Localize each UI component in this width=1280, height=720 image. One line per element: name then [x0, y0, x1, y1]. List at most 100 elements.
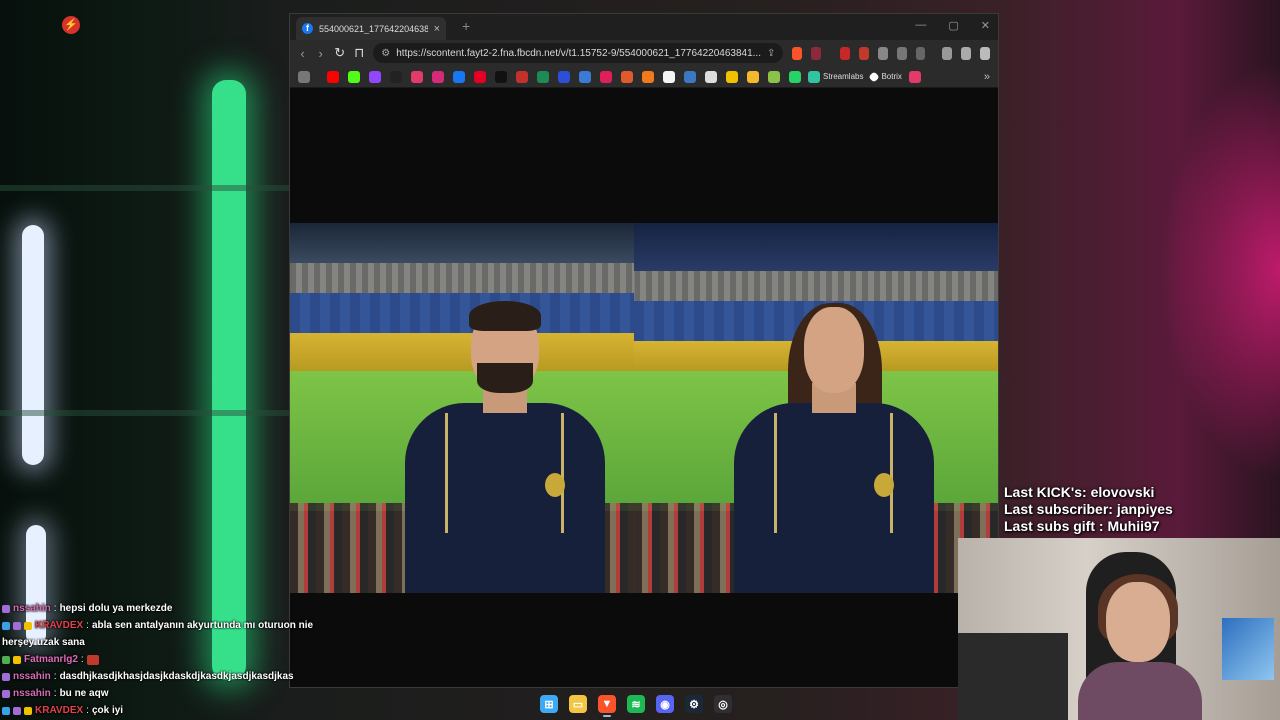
hb-icon[interactable]	[642, 70, 654, 83]
chat-username[interactable]: nssahin	[13, 685, 51, 702]
yellow-icon[interactable]	[726, 70, 738, 83]
news-icon[interactable]	[705, 70, 717, 83]
brave-rewards-icon[interactable]	[811, 46, 822, 60]
tiktok-icon[interactable]	[495, 70, 507, 83]
chat-username[interactable]: nssahin	[13, 668, 51, 685]
white-neon-light	[22, 225, 44, 465]
club-crest-icon	[874, 473, 894, 497]
chat-separator: :	[53, 603, 57, 614]
x-icon[interactable]	[390, 70, 402, 83]
reload-button[interactable]: ↻	[334, 45, 345, 61]
woman-figure	[734, 293, 934, 593]
chart-icon[interactable]	[684, 70, 696, 83]
chat-message: herşey uzak sana	[2, 634, 332, 651]
discord-icon[interactable]: ◉	[656, 695, 674, 713]
green-chain-icon[interactable]	[537, 70, 549, 83]
music-icon[interactable]	[942, 46, 953, 60]
extension-icon[interactable]	[877, 46, 888, 60]
steam-icon[interactable]: ⚙	[685, 695, 703, 713]
last-subscriber-text: Last subscriber: janpiyes	[1004, 501, 1173, 517]
chat-badge-icon	[2, 689, 10, 698]
chat-username[interactable]: KRAVDEX	[35, 617, 83, 634]
shelf	[0, 410, 290, 416]
file-explorer-icon[interactable]: ▭	[569, 695, 587, 713]
leo-ai-icon[interactable]	[961, 46, 972, 60]
chat-badge-icon	[24, 621, 32, 630]
spotify-icon[interactable]: ≋	[627, 695, 645, 713]
red-square-icon[interactable]	[516, 70, 528, 83]
more-bookmarks-button[interactable]: »	[984, 71, 990, 83]
browser-window: f 554000621_1776422046384142 × + — ▢ ✕ ‹…	[289, 13, 999, 688]
chat-message: nssahin: bu ne aqw	[2, 685, 332, 702]
brave-browser-icon[interactable]: ▼	[598, 695, 616, 717]
tab-strip: f 554000621_1776422046384142 × + — ▢ ✕	[290, 14, 998, 40]
chat-badge-icon	[2, 672, 10, 681]
chat-badge-icon	[24, 706, 32, 715]
address-bar[interactable]: ⚙ https://scontent.fayt2-2.fna.fbcdn.net…	[373, 43, 784, 63]
maximize-button[interactable]: ▢	[948, 19, 958, 32]
streamer-face	[1106, 582, 1170, 662]
streamlabs-icon	[808, 70, 820, 83]
lime-icon[interactable]	[768, 70, 780, 83]
puzzle-icon[interactable]	[896, 46, 907, 60]
green-neon-light	[212, 80, 246, 680]
close-window-button[interactable]: ✕	[981, 19, 990, 32]
tab-close-icon[interactable]: ×	[434, 23, 440, 35]
share-icon[interactable]: ⇪	[767, 48, 775, 59]
tv-icon[interactable]	[411, 70, 423, 83]
menu-icon[interactable]	[980, 46, 990, 60]
youtube-icon[interactable]	[327, 70, 339, 83]
kick-icon[interactable]	[348, 70, 360, 83]
chat-separator: :	[53, 688, 57, 699]
forward-button[interactable]: ›	[316, 46, 325, 61]
site-settings-icon[interactable]: ⚙	[381, 48, 390, 59]
chat-username[interactable]: Fatmanrlg2	[24, 651, 78, 668]
gmail-extension-icon[interactable]	[840, 46, 850, 60]
instagram-icon[interactable]	[432, 70, 444, 83]
b-icon[interactable]	[558, 70, 570, 83]
apps-grid-icon[interactable]	[298, 70, 310, 83]
bookmark-button[interactable]: ⊓	[354, 45, 364, 61]
binance-icon[interactable]	[747, 70, 759, 83]
chat-overlay: nssahin: hepsi dolu ya merkezde KRAVDEX: ab…	[2, 600, 332, 719]
window-controls: — ▢ ✕	[915, 19, 990, 32]
botrix-icon	[868, 70, 881, 83]
facebook-icon[interactable]	[453, 70, 465, 83]
stream-alerts-info: Last KICK's: elovovski Last subscriber: …	[1004, 484, 1173, 535]
chat-badge-icon	[13, 706, 21, 715]
shop-icon[interactable]	[663, 70, 675, 83]
tab-title: 554000621_1776422046384142	[319, 23, 428, 34]
obs-icon[interactable]: ◎	[714, 695, 732, 713]
bookmark-label: Botrix	[881, 72, 902, 81]
photo-woman-stadium[interactable]	[634, 223, 998, 593]
webcam-feed	[958, 538, 1280, 720]
url-text[interactable]: https://scontent.fayt2-2.fna.fbcdn.net/v…	[396, 48, 761, 59]
circle-icon[interactable]	[621, 70, 633, 83]
extension-icon[interactable]	[858, 46, 869, 60]
image-viewport	[290, 89, 998, 687]
bookmarks-bar: Streamlabs Botrix »	[290, 66, 998, 88]
emote-icon	[86, 654, 99, 665]
tab-image[interactable]: f 554000621_1776422046384142 ×	[296, 17, 446, 40]
pinterest-icon[interactable]	[474, 70, 486, 83]
whatsapp-icon[interactable]	[789, 70, 801, 83]
back-button[interactable]: ‹	[298, 46, 307, 61]
bookmark-botrix[interactable]: Botrix	[868, 70, 902, 83]
twitch-icon[interactable]	[369, 70, 381, 83]
chat-username[interactable]: nssahin	[13, 600, 51, 617]
minimize-button[interactable]: —	[915, 19, 926, 32]
chat-badge-icon	[13, 655, 21, 664]
last-kick-text: Last KICK's: elovovski	[1004, 484, 1155, 500]
bookmark-streamlabs[interactable]: Streamlabs	[808, 70, 863, 83]
brave-shields-icon[interactable]	[792, 46, 803, 60]
new-tab-button[interactable]: +	[462, 18, 470, 34]
windows-start-icon[interactable]: ⊞	[540, 695, 558, 713]
navigation-toolbar: ‹ › ↻ ⊓ ⚙ https://scontent.fayt2-2.fna.f…	[290, 40, 998, 66]
chat-username[interactable]: KRAVDEX	[35, 702, 83, 719]
photo-man-stadium[interactable]	[290, 223, 635, 593]
screenshot-icon[interactable]	[915, 46, 926, 60]
chat-text: abla sen antalyanın akyurtunda mı oturuo…	[91, 620, 314, 631]
pink-bookmark-icon[interactable]	[908, 70, 921, 83]
play-icon[interactable]	[579, 70, 591, 83]
y-icon[interactable]	[600, 70, 612, 83]
